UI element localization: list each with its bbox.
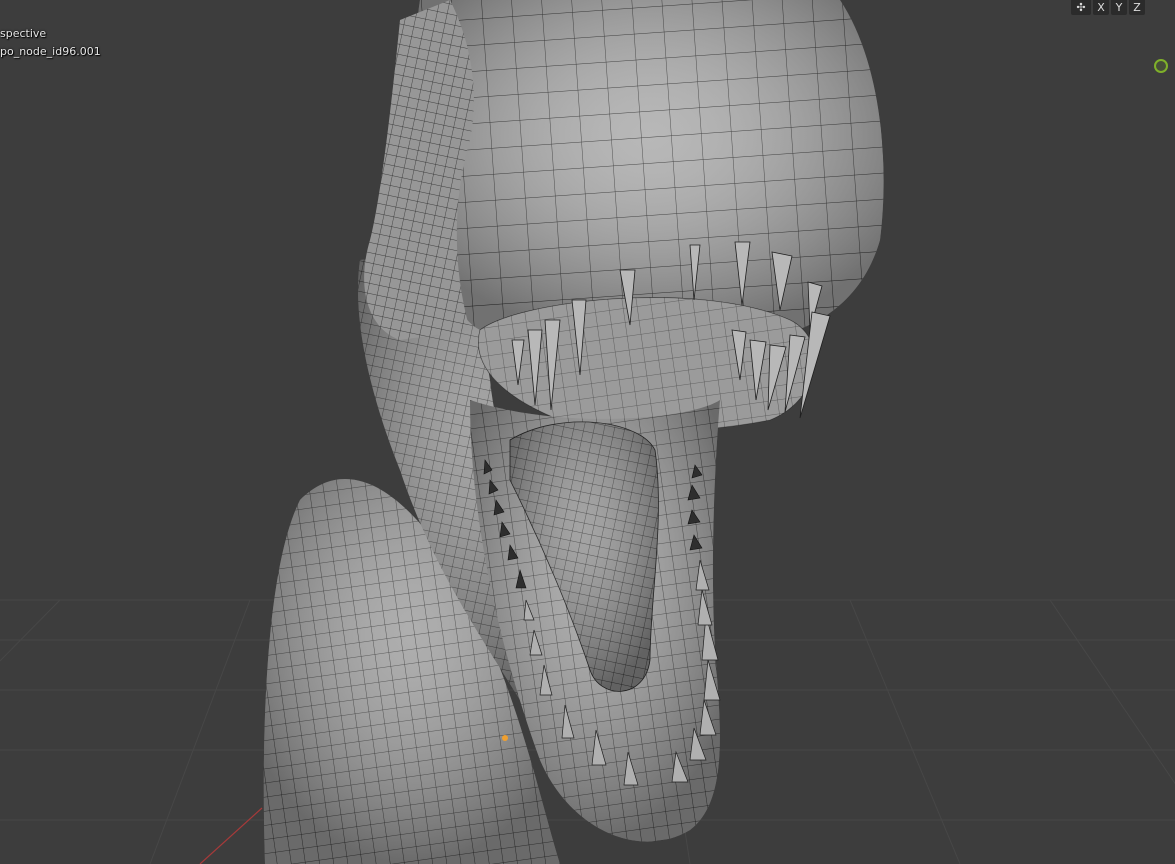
object-origin-icon [502,735,508,741]
axis-x-button[interactable]: X [1093,0,1109,15]
viewport-scene [0,0,1175,864]
3d-viewport[interactable]: spective po_node_id96.001 ✣ X Y Z [0,0,1175,864]
view-mode-label: spective [0,27,47,40]
axis-lock-toolbar: ✣ X Y Z [1071,0,1145,15]
axis-lock-icon[interactable]: ✣ [1071,0,1091,15]
navigation-gizmo-icon[interactable] [1154,59,1168,73]
axis-y-button[interactable]: Y [1111,0,1127,15]
axis-z-button[interactable]: Z [1129,0,1145,15]
cheek-mesh [364,0,474,340]
active-object-name: po_node_id96.001 [0,45,101,58]
x-axis-line [199,807,263,864]
